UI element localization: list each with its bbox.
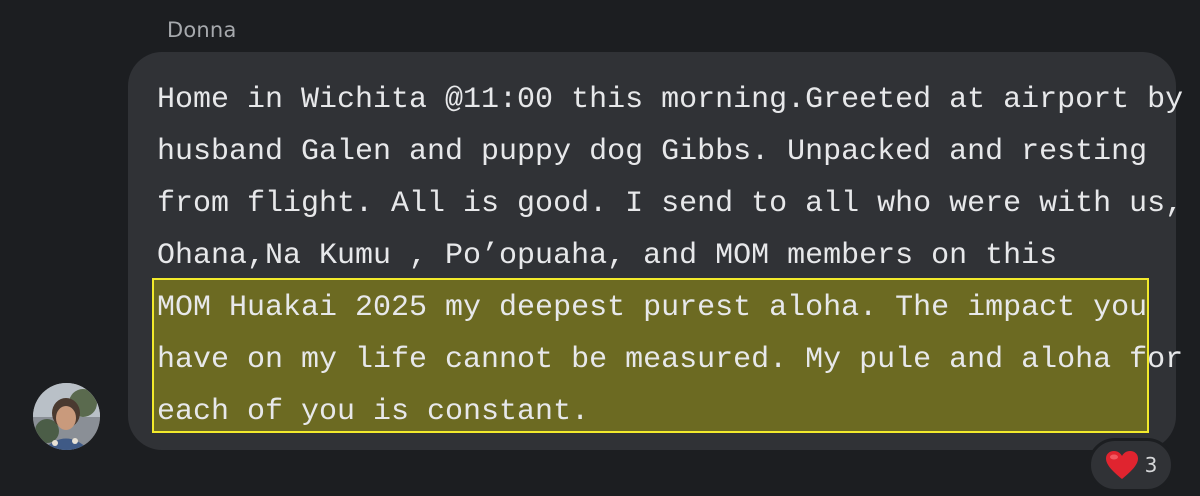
message-text: Home in Wichita @11:00 this morning.Gree… — [157, 74, 1183, 282]
highlighted-message-text: MOM Huakai 2025 my deepest purest aloha.… — [157, 282, 1183, 438]
red-heart-icon — [1105, 450, 1139, 480]
message-line: MOM Huakai 2025 my deepest purest aloha.… — [157, 291, 1148, 325]
message-line: Ohana,Na Kumu , Po’opuaha, and MOM membe… — [157, 239, 1058, 273]
reaction-count: 3 — [1144, 453, 1158, 477]
message-line: from flight. All is good. I send to all … — [157, 187, 1200, 221]
sender-name: Donna — [167, 18, 237, 42]
reaction-badge[interactable]: 3 — [1088, 438, 1174, 492]
message-line: have on my life cannot be measured. My p… — [157, 343, 1184, 377]
message-line: Home in Wichita @11:00 this morning.Gree… — [157, 83, 1184, 117]
avatar[interactable] — [33, 383, 100, 450]
message-line: each of you is constant. — [157, 395, 590, 429]
profile-photo-icon — [33, 383, 100, 450]
message-line: husband Galen and puppy dog Gibbs. Unpac… — [157, 135, 1148, 169]
